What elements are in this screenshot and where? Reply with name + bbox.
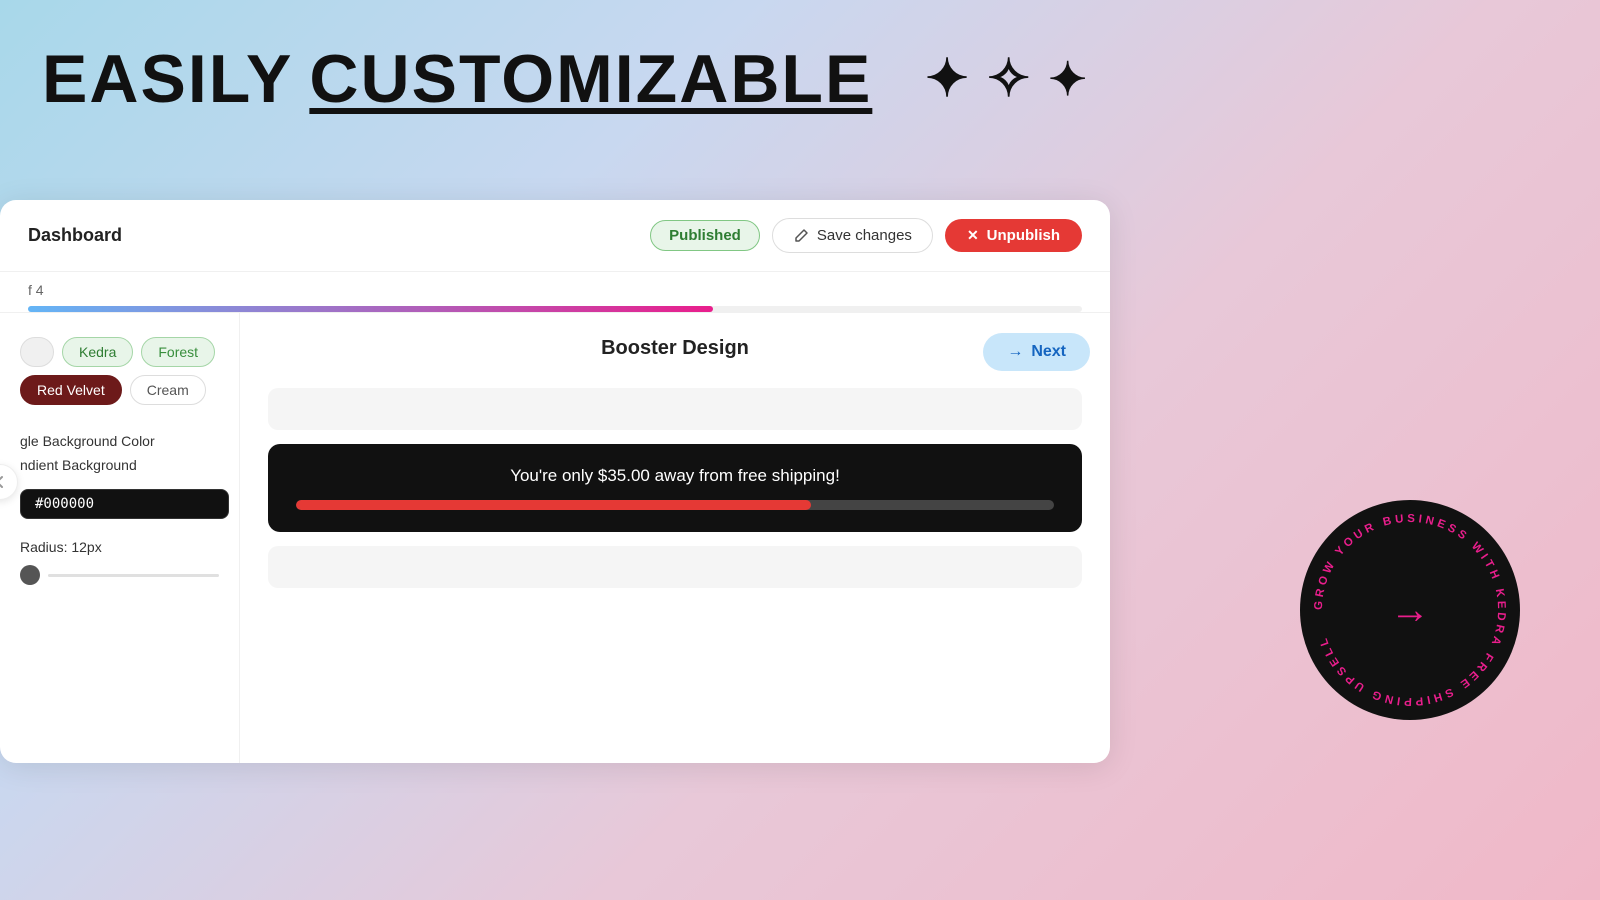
save-changes-button[interactable]: Save changes — [772, 218, 933, 253]
section-title: Booster Design — [268, 337, 1082, 360]
bg-color-label: gle Background Color — [20, 433, 219, 449]
chevron-left-icon — [0, 475, 7, 489]
theme-tabs: Kedra Forest Red Velvet Cream — [20, 337, 219, 405]
circular-badge[interactable]: → GROW YOUR BUSINESS WITH KEDRA FREE SHI… — [1300, 500, 1520, 720]
edit-icon — [793, 228, 809, 244]
preview-bottom-bar — [268, 546, 1082, 588]
slider-track — [48, 574, 219, 577]
preview-top-bar — [268, 388, 1082, 430]
top-bar-actions: Published Save changes ✕ Unpublish — [650, 218, 1082, 253]
header-title-underline: CUSTOMIZABLE — [309, 40, 872, 118]
theme-tab-basic[interactable] — [20, 337, 54, 367]
unpublish-label: Unpublish — [987, 227, 1060, 244]
main-panel: Dashboard Published Save changes ✕ Unpub… — [0, 200, 1110, 763]
shipping-banner: You're only $35.00 away from free shippi… — [268, 444, 1082, 532]
shipping-progress-bar — [296, 500, 1054, 510]
radius-label: Radius: 12px — [20, 539, 219, 555]
progress-area: f 4 — [0, 272, 1110, 313]
next-button[interactable]: → Next — [983, 333, 1090, 371]
star-icon-3: ✦ — [1048, 52, 1089, 106]
top-bar: Dashboard Published Save changes ✕ Unpub… — [0, 200, 1110, 272]
next-label: Next — [1031, 343, 1066, 361]
shipping-text: You're only $35.00 away from free shippi… — [296, 466, 1054, 486]
gradient-label: ndient Background — [20, 457, 219, 473]
save-changes-label: Save changes — [817, 227, 912, 244]
circular-badge-inner: → GROW YOUR BUSINESS WITH KEDRA FREE SHI… — [1300, 500, 1520, 720]
progress-bar-fill — [28, 306, 713, 312]
radius-slider[interactable] — [20, 565, 219, 585]
page-header: EASILY CUSTOMIZABLE ✦ ✧ ✦ — [42, 40, 1089, 118]
step-label: f 4 — [28, 282, 1082, 298]
arrow-right-icon: → — [1007, 343, 1023, 361]
published-badge: Published — [650, 220, 760, 251]
theme-tab-kedra[interactable]: Kedra — [62, 337, 133, 367]
header-title-plain: EASILY — [42, 40, 293, 118]
content-area: Kedra Forest Red Velvet Cream gle Backgr… — [0, 313, 1110, 763]
svg-text:GROW YOUR BUSINESS WITH KEDRA: GROW YOUR BUSINESS WITH KEDRA FREE SHIPP… — [1313, 513, 1507, 707]
unpublish-x-icon: ✕ — [967, 227, 979, 244]
shipping-progress-fill — [296, 500, 811, 510]
circular-text-svg: GROW YOUR BUSINESS WITH KEDRA FREE SHIPP… — [1300, 500, 1520, 720]
theme-tab-cream[interactable]: Cream — [130, 375, 206, 405]
theme-tab-forest[interactable]: Forest — [141, 337, 215, 367]
star-icon-1: ✦ — [925, 49, 971, 109]
dashboard-label: Dashboard — [28, 225, 122, 246]
main-content: Booster Design → Next You're only $35.00… — [240, 313, 1110, 763]
left-sidebar: Kedra Forest Red Velvet Cream gle Backgr… — [0, 313, 240, 763]
slider-thumb[interactable] — [20, 565, 40, 585]
star-icon-2: ✧ — [987, 49, 1033, 109]
unpublish-button[interactable]: ✕ Unpublish — [945, 219, 1082, 252]
color-input[interactable] — [20, 489, 229, 519]
theme-tab-redvelvet[interactable]: Red Velvet — [20, 375, 122, 405]
progress-bar — [28, 306, 1082, 312]
